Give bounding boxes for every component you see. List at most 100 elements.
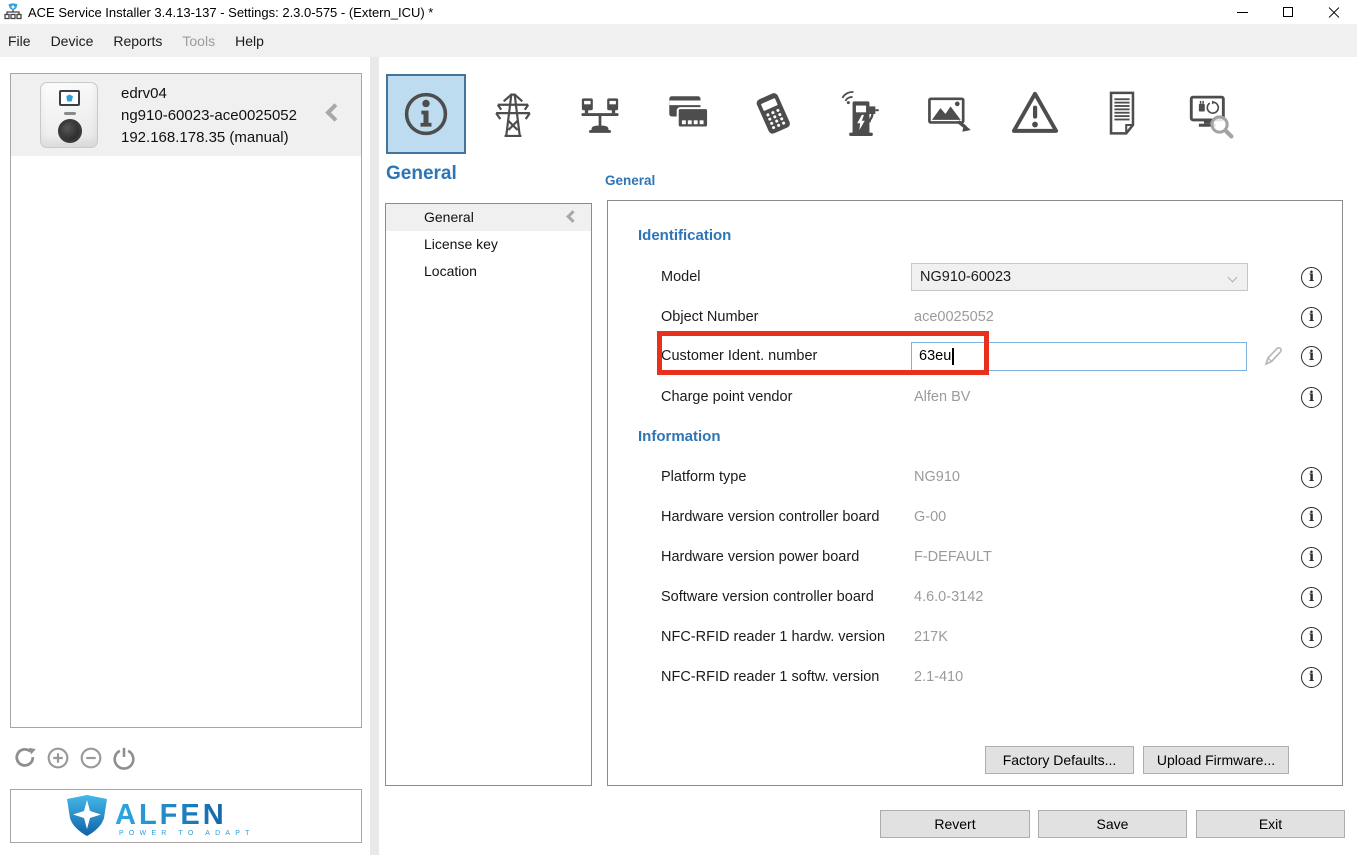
customer-ident-info-icon[interactable]: i	[1301, 345, 1322, 367]
menu-file[interactable]: File	[0, 26, 41, 56]
general-settings-panel: Identification Model NG910-60023 i Objec…	[607, 200, 1343, 786]
warning-triangle-icon	[1011, 91, 1059, 133]
maximize-button[interactable]	[1265, 0, 1311, 24]
device-serial: ng910-60023-ace0025052	[121, 107, 297, 124]
revert-button[interactable]: Revert	[880, 810, 1030, 838]
tab-warnings[interactable]	[995, 74, 1075, 154]
charger-slot	[64, 112, 76, 115]
device-entry[interactable]: edrv04 ng910-60023-ace0025052 192.168.17…	[11, 74, 361, 156]
tab-load-balancing[interactable]	[560, 74, 640, 154]
save-button[interactable]: Save	[1038, 810, 1187, 838]
charger-thumbnail	[40, 82, 98, 148]
vendor-value: Alfen BV	[914, 389, 971, 405]
device-name: edrv04	[121, 85, 167, 102]
menu-tools: Tools	[182, 32, 216, 49]
monitor-search-icon	[1189, 95, 1234, 139]
tab-connectivity[interactable]	[821, 74, 901, 154]
upload-firmware-button[interactable]: Upload Firmware...	[1143, 746, 1289, 774]
alfen-mini-logo	[66, 94, 73, 102]
panel-title: General	[605, 173, 656, 188]
close-button[interactable]	[1311, 0, 1357, 24]
tab-payment-cards[interactable]	[647, 74, 727, 154]
load-balancing-icon	[581, 98, 619, 133]
alfen-logo: ALFEN POWER TO ADAPT	[67, 795, 255, 837]
minimize-icon	[1236, 11, 1248, 13]
customer-ident-label: Customer Ident. number	[661, 348, 818, 364]
tab-diagnostics[interactable]	[1169, 74, 1249, 154]
sidebar-splitter[interactable]	[370, 57, 379, 855]
menubar: File Device Reports Tools Help	[0, 24, 1357, 57]
refresh-icon[interactable]	[12, 745, 38, 771]
text-caret	[952, 347, 954, 365]
object-number-info-icon[interactable]: i	[1301, 306, 1322, 328]
device-address: 192.168.178.35 (manual)	[121, 129, 289, 146]
hw-power-info-icon[interactable]: i	[1301, 546, 1322, 568]
tab-payment-terminal[interactable]	[734, 74, 814, 154]
minimize-button[interactable]	[1219, 0, 1265, 24]
field-row-object-number: Object Number ace0025052 i	[608, 302, 1342, 332]
menu-reports[interactable]: Reports	[103, 26, 172, 56]
menu-help[interactable]: Help	[225, 26, 274, 56]
menu-device[interactable]: Device	[41, 26, 104, 56]
tab-general-info[interactable]	[386, 74, 466, 154]
subnav-item-general[interactable]: General	[386, 204, 591, 231]
close-icon	[1328, 6, 1340, 18]
tab-display-settings[interactable]	[908, 74, 988, 154]
settings-subnav: General License key Location	[385, 203, 592, 786]
section-information: Information	[638, 428, 721, 445]
power-icon[interactable]	[111, 745, 137, 771]
object-number-value: ace0025052	[914, 309, 994, 325]
hw-controller-info-icon[interactable]: i	[1301, 506, 1322, 528]
model-info-icon[interactable]: i	[1301, 266, 1322, 288]
subnav-item-license-key[interactable]: License key	[386, 231, 591, 258]
sw-controller-info-icon[interactable]: i	[1301, 586, 1322, 608]
charging-station-signal-icon	[841, 91, 879, 136]
page-title: General	[386, 163, 457, 184]
nfc-hw-info-icon[interactable]: i	[1301, 626, 1322, 648]
alfen-tagline-text: POWER TO ADAPT	[119, 830, 255, 837]
remove-device-icon[interactable]	[78, 745, 104, 771]
factory-defaults-button[interactable]: Factory Defaults...	[985, 746, 1134, 774]
add-device-icon[interactable]	[45, 745, 71, 771]
info-icon	[404, 92, 448, 136]
maximize-icon	[1283, 7, 1293, 17]
selected-chevron-icon	[566, 210, 579, 223]
field-row-model: Model NG910-60023 i	[608, 262, 1342, 292]
ace-service-installer-window: ACE Service Installer 3.4.13-137 - Setti…	[0, 0, 1357, 855]
collapse-chevron-icon[interactable]	[325, 103, 344, 122]
titlebar: ACE Service Installer 3.4.13-137 - Setti…	[0, 0, 1357, 24]
device-info: edrv04 ng910-60023-ace0025052 192.168.17…	[121, 83, 297, 149]
object-number-label: Object Number	[661, 309, 759, 325]
alfen-brand-text: ALFEN	[115, 799, 227, 831]
vendor-info-icon[interactable]: i	[1301, 386, 1322, 408]
device-list: edrv04 ng910-60023-ace0025052 192.168.17…	[10, 73, 362, 728]
payment-terminal-icon	[756, 93, 790, 134]
chevron-down-icon	[1227, 272, 1238, 283]
model-dropdown[interactable]: NG910-60023	[911, 263, 1248, 291]
field-row-platform-type: Platform type NG910 i	[608, 462, 1342, 492]
vendor-label: Charge point vendor	[661, 389, 793, 405]
charger-socket	[58, 119, 82, 143]
window-title: ACE Service Installer 3.4.13-137 - Setti…	[28, 4, 434, 20]
field-row-sw-controller: Software version controller board 4.6.0-…	[608, 582, 1342, 612]
credit-cards-icon	[669, 96, 710, 129]
subnav-item-location[interactable]: Location	[386, 258, 591, 285]
settings-toolbar	[386, 74, 1249, 154]
field-row-hw-controller: Hardware version controller board G-00 i	[608, 502, 1342, 532]
exit-button[interactable]: Exit	[1196, 810, 1345, 838]
tab-logs[interactable]	[1082, 74, 1162, 154]
display-image-icon	[928, 97, 971, 132]
nfc-sw-info-icon[interactable]: i	[1301, 666, 1322, 688]
edit-pencil-icon[interactable]	[1262, 344, 1284, 368]
section-identification: Identification	[638, 227, 732, 244]
device-list-controls	[12, 745, 137, 771]
tab-power-settings[interactable]	[473, 74, 553, 154]
transmission-tower-icon	[495, 93, 531, 138]
field-row-vendor: Charge point vendor Alfen BV i	[608, 382, 1342, 412]
field-row-nfc-sw: NFC-RFID reader 1 softw. version 2.1-410…	[608, 662, 1342, 692]
model-label: Model	[661, 269, 701, 285]
platform-info-icon[interactable]: i	[1301, 466, 1322, 488]
document-icon	[1109, 91, 1135, 135]
customer-ident-input[interactable]: 63eu	[911, 341, 1247, 371]
app-icon	[4, 3, 22, 20]
